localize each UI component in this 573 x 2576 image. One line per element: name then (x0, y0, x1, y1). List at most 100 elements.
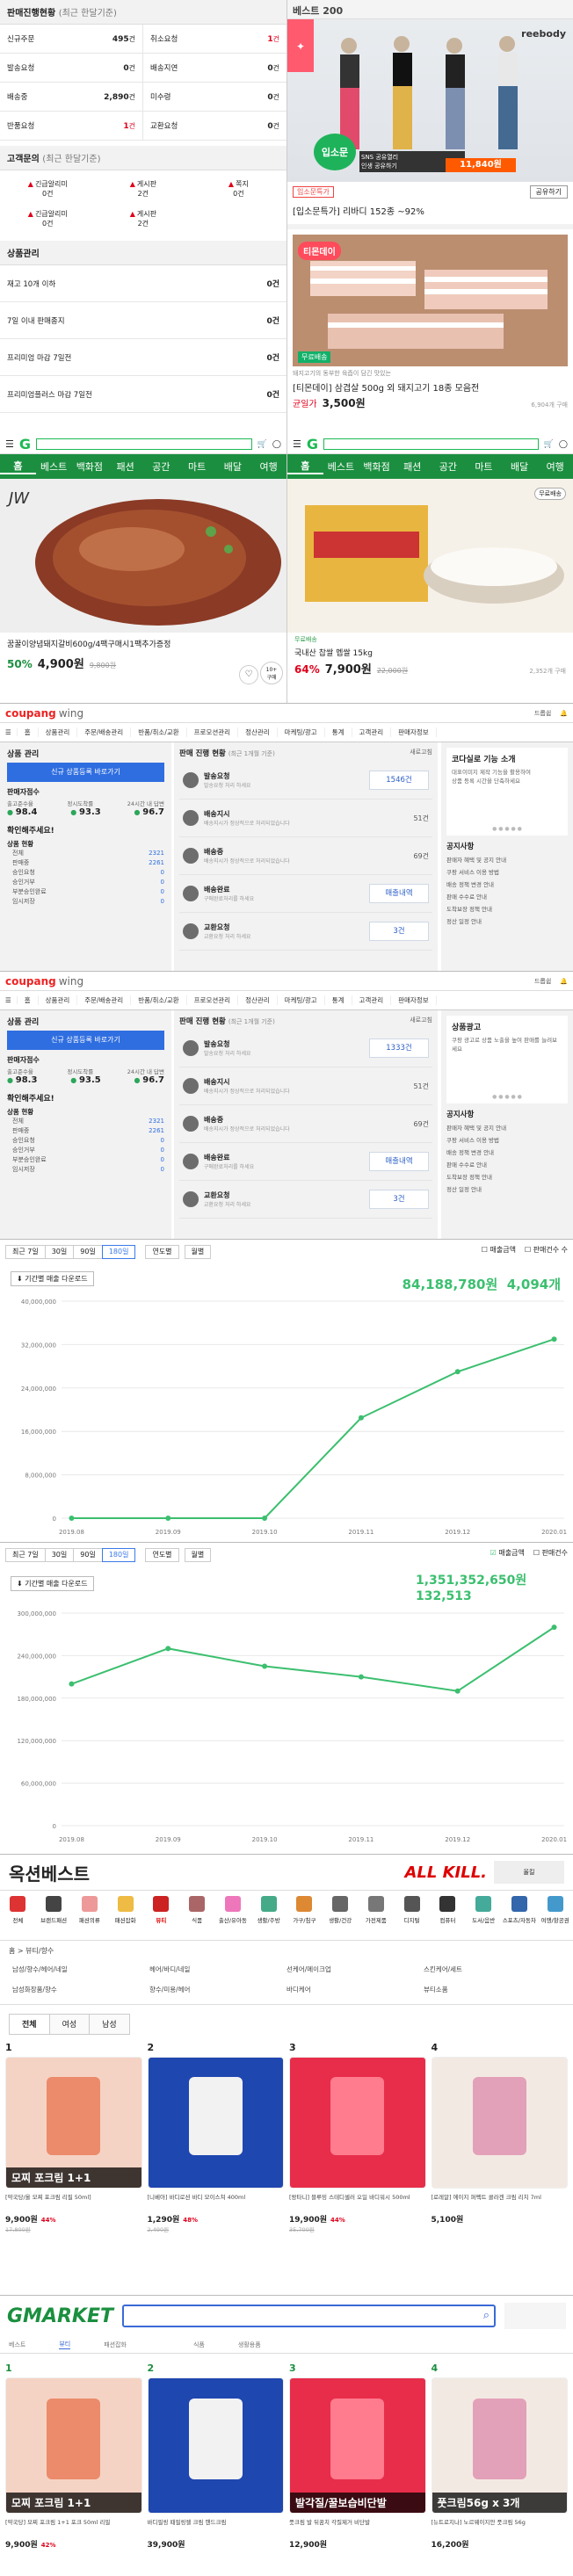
wing-nav-item[interactable]: 프로모션관리 (187, 727, 239, 737)
ad-banner[interactable]: 상품광고 쿠팡 광고로 상품 노출을 높여 판매를 늘려보세요 ● ● ● ● ● (446, 1016, 568, 1103)
notice-item[interactable]: 판매자 혜택 및 공지 안내 (446, 854, 568, 866)
status-row[interactable]: 판매중 2261 (7, 1126, 164, 1136)
nav-tab[interactable]: 마트 (179, 459, 215, 474)
notice-item[interactable]: 배송 정책 변경 안내 (446, 879, 568, 891)
subcategory-link[interactable]: 향수/미용/헤어 (149, 1985, 286, 2001)
month-select[interactable]: 월별 (184, 1548, 212, 1562)
carousel-dots[interactable]: ● ● ● ● ● (446, 826, 568, 832)
legend-avg[interactable]: ☐ 판매건수 수 (525, 1245, 568, 1255)
gmarket2-tab[interactable]: 뷰티 (59, 2340, 71, 2349)
period-button[interactable]: 90일 (73, 1548, 103, 1562)
sales-cell[interactable]: 배송지연 0건 (143, 54, 286, 83)
sales-cell[interactable]: 배송중 2,890건 (0, 83, 143, 112)
product-mgmt-row[interactable]: 프리미엄플러스 마감 7일전 0건 (0, 376, 286, 413)
flow-value[interactable]: 3건 (369, 922, 429, 941)
period-button[interactable]: 30일 (44, 1548, 75, 1562)
subcategory-link[interactable]: 남성/향수/헤어/네일 (12, 1965, 149, 1981)
wing-nav-item[interactable]: 정산관리 (238, 727, 278, 737)
nav-tab[interactable]: 공간 (143, 459, 179, 474)
notice-item[interactable]: 배송 정책 변경 안내 (446, 1147, 568, 1159)
nav-tab[interactable]: 홈 (287, 459, 323, 474)
user-name[interactable]: 드롭쉽 (534, 977, 551, 986)
wing-nav-item[interactable]: 프로모션관리 (187, 995, 239, 1005)
galbi-caption[interactable]: 꿈꿀이양념돼지갈비600g/4팩구매시1팩추가증정 (0, 633, 286, 655)
best-item[interactable]: 3 발각질/꿀보습비단발 풋크림 발 뒤꿈치 각질제거 비단발 12,900원 (289, 2363, 426, 2550)
product-name[interactable]: 바디필링 때필링젤 크림 핸드크림 (148, 2517, 285, 2536)
data-point[interactable] (454, 1688, 461, 1694)
product-name[interactable]: [약국당/올 모찌 포크림 리필 50ml] (5, 2192, 142, 2211)
status-row[interactable]: 승인거부 0 (7, 1146, 164, 1155)
data-point[interactable] (262, 1516, 268, 1521)
cs-cell[interactable]: ▲ 긴급알리미 0건 (0, 204, 96, 234)
notice-item[interactable]: 정산 일정 안내 (446, 1183, 568, 1196)
search-input[interactable] (323, 438, 539, 450)
data-point[interactable] (262, 1663, 268, 1669)
best-item[interactable]: 4 풋크림56g x 3개 [뉴트로지나] 노르웨이지안 풋크림 56g 16,200… (431, 2363, 568, 2550)
wing-nav-item[interactable]: 마케팅/광고 (278, 727, 325, 737)
meat-title[interactable]: [티몬데이] 삼겹살 500g 외 돼지고기 18종 모음전 (287, 380, 573, 394)
coupang-wing-logo[interactable]: coupang wing (5, 707, 83, 720)
sales-cell[interactable]: 미수령 0건 (143, 83, 286, 112)
nav-tab[interactable]: 베스트 (36, 459, 72, 474)
data-point[interactable] (551, 1624, 557, 1631)
galbi-image[interactable]: JW (0, 479, 286, 633)
best-item[interactable]: 2 [니베아] 바디로션 바디 모이스쳐 400ml 1,290원 48% 2,490원 (147, 2042, 284, 2233)
data-point[interactable] (454, 1369, 461, 1375)
category-item[interactable]: 뷰티 (143, 1891, 179, 1940)
bell-icon[interactable]: 🔔 (560, 710, 568, 717)
menu-icon[interactable]: ☰ (293, 438, 301, 450)
wing-nav-item[interactable]: 주문/배송관리 (77, 727, 132, 737)
bell-icon[interactable]: 🔔 (560, 978, 568, 985)
cs-cell[interactable]: ▲ 긴급알리미 0건 (0, 174, 96, 204)
category-item[interactable]: 여행/항공권 (537, 1891, 573, 1940)
category-item[interactable]: 생활/주방 (250, 1891, 286, 1940)
category-item[interactable]: 가전제품 (359, 1891, 395, 1940)
status-row[interactable]: 부분승인완료 0 (7, 1155, 164, 1165)
best-item[interactable]: 4 [로레알] 에이지 퍼펙트 콜라겐 크림 리치 7ml 5,100원 (431, 2042, 569, 2233)
product-image[interactable] (147, 2377, 284, 2514)
subcategory-link[interactable]: 헤어/바디/네일 (149, 1965, 286, 1981)
product-name[interactable]: [왕타니] 블루밍 스테디셀러 오일 바디워시 500ml (289, 2192, 426, 2211)
wing-nav-item[interactable]: 반품/취소/교환 (131, 727, 187, 737)
product-name[interactable]: [약국당] 모찌 포크림 1+1 포크 50ml 리필 (5, 2517, 142, 2536)
cs-cell[interactable]: ▲ 쪽지 0건 (191, 174, 286, 204)
gmarket2-tab[interactable]: 패션잡화 (104, 2341, 127, 2349)
legend-total[interactable]: ☑ 매출금액 (490, 1548, 525, 1558)
breadcrumb[interactable]: 홈 > 뷰티/향수 (0, 1941, 573, 1961)
wing-nav-item[interactable]: 홈 (18, 727, 39, 737)
cart-icon[interactable]: 🛒 (544, 440, 554, 449)
category-item[interactable]: 컴퓨터 (430, 1891, 466, 1940)
gmarket2-search-input[interactable]: ⌕ (122, 2305, 496, 2327)
status-row[interactable]: 전체 2321 (7, 1117, 164, 1126)
month-select[interactable]: 월별 (184, 1245, 212, 1259)
product-mgmt-row[interactable]: 재고 10개 이하 0건 (0, 265, 286, 302)
wing-nav-item[interactable]: 마케팅/광고 (278, 995, 325, 1005)
nav-tab[interactable]: 배달 (502, 459, 538, 474)
legend-avg[interactable]: ☐ 판매건수 (533, 1548, 568, 1558)
product-name[interactable]: [로레알] 에이지 퍼펙트 콜라겐 크림 리치 7ml (432, 2192, 569, 2211)
cs-cell[interactable]: ▲ 게시판 2건 (96, 174, 192, 204)
gmarket-logo[interactable]: G (307, 436, 318, 452)
wing-nav-item[interactable]: 판매자정보 (391, 727, 437, 737)
deal-caption[interactable]: [입소문특가] 리바디 152종 ~92% (287, 202, 573, 219)
nav-tab[interactable]: 백화점 (72, 459, 108, 474)
nav-tab[interactable]: 백화점 (359, 459, 395, 474)
best-item[interactable]: 1 모찌 포크림 1+1 [약국당] 모찌 포크림 1+1 포크 50ml 리필 9,… (5, 2363, 142, 2550)
sales-cell[interactable]: 반품요청 1건 (0, 112, 143, 141)
gmarket2-tab[interactable]: 베스트 (9, 2341, 25, 2349)
best200-banner[interactable]: ✦ reebody 입소문 SNS 공유열리 인생 공유하기 11,840원 (287, 19, 573, 182)
year-select[interactable]: 연도별 (145, 1548, 179, 1562)
wing-nav-item[interactable]: 상품관리 (39, 995, 78, 1005)
product-name[interactable]: 풋크림 발 뒤꿈치 각질제거 비단발 (289, 2517, 426, 2536)
category-item[interactable]: 생활/건강 (323, 1891, 359, 1940)
register-product-button[interactable]: 신규 상품등록 바로가기 (7, 1031, 164, 1050)
register-product-button[interactable]: 신규 상품등록 바로가기 (7, 763, 164, 782)
cs-cell[interactable] (191, 204, 286, 234)
my-icon[interactable]: ◯ (559, 440, 568, 449)
cart-icon[interactable]: 🛒 (257, 440, 267, 449)
flow-value[interactable]: 3건 (369, 1190, 429, 1209)
category-item[interactable]: 패션의류 (72, 1891, 108, 1940)
flow-value[interactable]: 매출내역 (369, 884, 429, 903)
my-icon[interactable]: ◯ (272, 440, 281, 449)
product-image[interactable] (147, 2057, 284, 2189)
